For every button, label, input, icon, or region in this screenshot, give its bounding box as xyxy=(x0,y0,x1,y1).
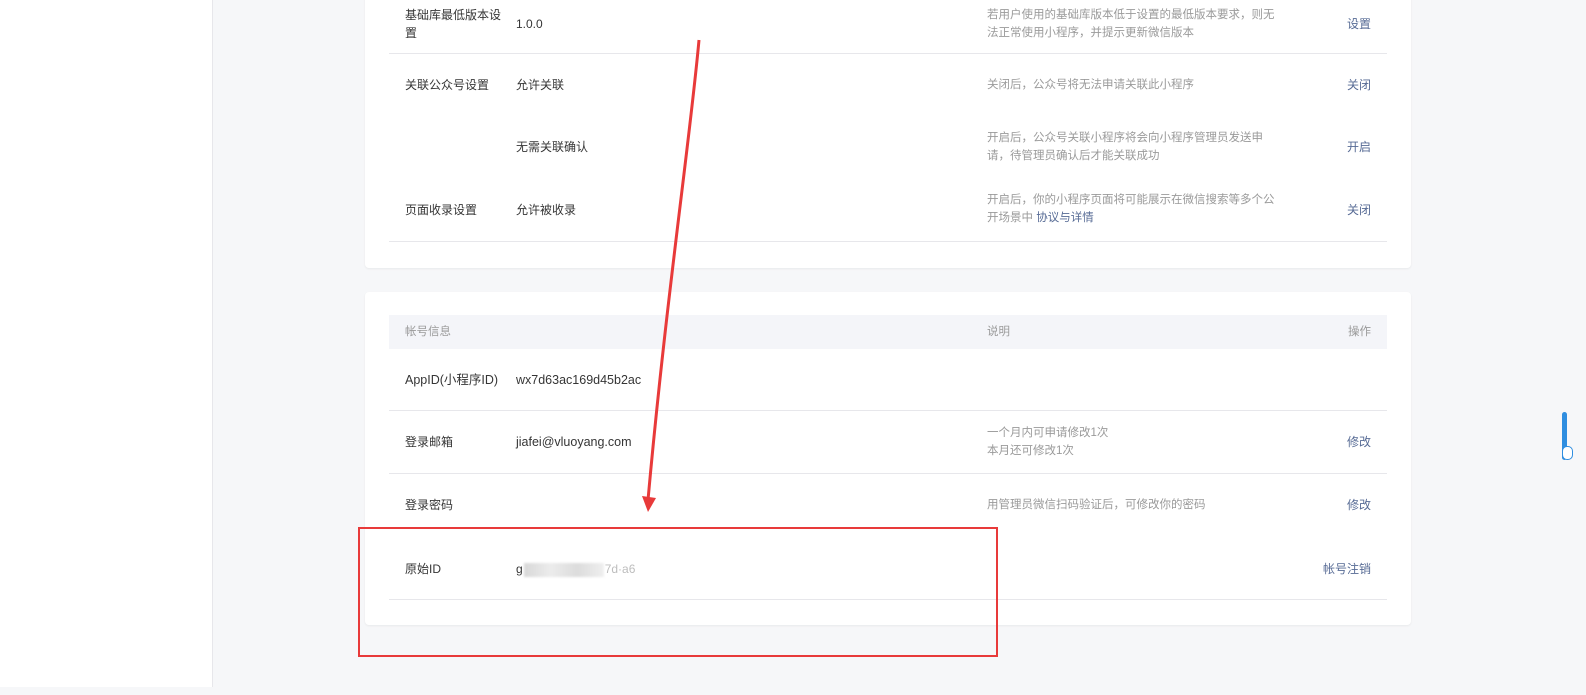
scrollbar-grip-icon[interactable] xyxy=(1562,446,1573,460)
arrow-head xyxy=(642,496,656,512)
annotation-highlight-box xyxy=(358,527,998,657)
scrollbar-track[interactable] xyxy=(1560,0,1586,695)
app-window: 基础库最低版本设 置 1.0.0 若用户使用的基础库版本低于设置的最低版本要求，… xyxy=(0,0,1586,695)
arrow-shaft xyxy=(646,39,701,501)
